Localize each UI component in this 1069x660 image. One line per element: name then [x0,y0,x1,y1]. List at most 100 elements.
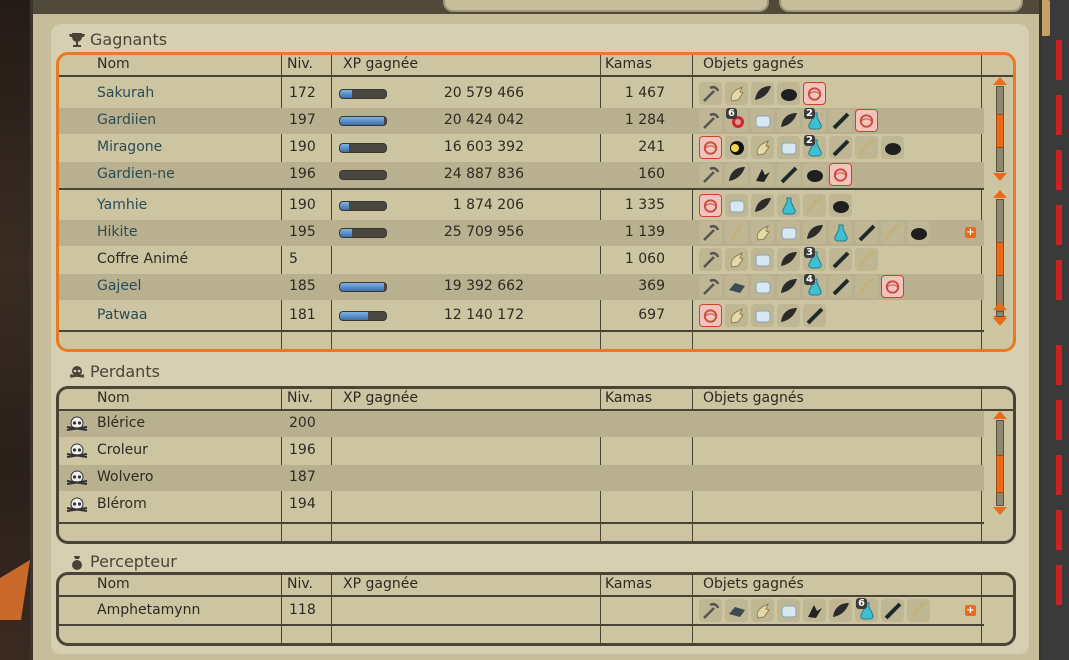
cloth-icon[interactable] [751,275,774,298]
scroll-down-icon[interactable] [993,173,1007,181]
cloth-icon[interactable] [751,109,774,132]
wing-icon[interactable] [725,163,748,186]
cloth-icon[interactable] [777,599,800,622]
potion-icon[interactable] [777,194,800,217]
wing-icon[interactable] [777,275,800,298]
potion-icon[interactable]: 3 [803,247,826,271]
player-name[interactable]: Gajeel [97,278,141,294]
table-row[interactable]: Coffre Animé 5 1 060 3 [59,247,984,273]
table-row[interactable]: Croleur 196 [59,438,984,464]
hand-icon[interactable] [751,136,774,159]
scrollbar[interactable] [993,302,1007,326]
stone-icon[interactable] [725,275,748,298]
player-name[interactable]: Blérom [97,496,147,512]
cloth-icon[interactable] [751,304,774,327]
shell-icon[interactable] [777,82,800,105]
table-row[interactable]: Amphetamynn 118 6 + [59,598,984,624]
hand-icon[interactable] [725,82,748,105]
shell-icon[interactable] [881,136,904,159]
top-tab-right[interactable] [779,0,1023,12]
horn-icon[interactable] [803,194,826,217]
wing-icon[interactable] [829,599,852,622]
player-name[interactable]: Hikite [97,224,138,240]
scroll-up-icon[interactable] [993,411,1007,419]
scroll-thumb[interactable] [996,455,1004,493]
horn-icon[interactable] [907,599,930,622]
hand-icon[interactable] [725,248,748,271]
feather-icon[interactable] [855,221,878,244]
player-name[interactable]: Gardiien [97,112,156,128]
hand-icon[interactable] [751,599,774,622]
orb-icon[interactable] [725,136,748,159]
shell-icon[interactable] [829,194,852,217]
feather-icon[interactable] [829,136,852,159]
cloth-icon[interactable] [751,248,774,271]
pickaxe-icon[interactable] [699,275,722,298]
scroll-down-icon[interactable] [993,318,1007,326]
pickaxe-icon[interactable] [699,82,722,105]
scroll-up-icon[interactable] [993,302,1007,310]
table-row[interactable]: Wolvero 187 [59,465,984,491]
top-tab-left[interactable] [443,0,769,12]
player-name[interactable]: Yamhie [97,197,147,213]
wing-icon[interactable] [777,248,800,271]
pickaxe-icon[interactable] [699,599,722,622]
feather-icon[interactable] [881,599,904,622]
wing-icon[interactable] [777,304,800,327]
scrollbar[interactable] [993,411,1007,515]
table-row[interactable]: Gajeel 185 19 392 662 369 4 [59,274,984,300]
table-row[interactable]: Hikite 195 25 709 956 1 139 + [59,220,984,246]
table-row[interactable]: Blérice 200 [59,411,984,437]
cloth-icon[interactable] [777,136,800,159]
player-name[interactable]: Wolvero [97,469,153,485]
scroll-icon[interactable] [699,194,722,217]
feather-icon[interactable] [829,275,852,298]
player-name[interactable]: Miragone [97,139,162,155]
feather-icon[interactable] [829,248,852,271]
scroll-icon[interactable] [699,304,722,327]
pickaxe-icon[interactable] [699,163,722,186]
wing-icon[interactable] [777,109,800,132]
wing-icon[interactable] [751,82,774,105]
player-name[interactable]: Gardien-ne [97,166,175,182]
cloth-icon[interactable] [725,194,748,217]
cloth-icon[interactable] [777,221,800,244]
table-row[interactable]: Blérom 194 [59,492,984,518]
scroll-icon[interactable] [803,82,826,105]
claw-icon[interactable] [803,599,826,622]
scroll-icon[interactable] [699,136,722,159]
table-row[interactable]: Gardien-ne 196 24 887 836 160 [59,162,984,188]
potion-icon[interactable]: 4 [803,274,826,298]
pickaxe-icon[interactable] [699,221,722,244]
horn-icon[interactable] [855,248,878,271]
potion-icon[interactable]: 2 [803,108,826,132]
pickaxe-icon[interactable] [699,248,722,271]
shell-icon[interactable] [907,221,930,244]
player-name[interactable]: Coffre Animé [97,251,188,267]
table-row[interactable]: Patwaa 181 12 140 172 697 [59,303,984,329]
more-items-button[interactable]: + [965,227,976,238]
player-name[interactable]: Blérice [97,415,145,431]
scroll-icon[interactable] [855,109,878,132]
feather-icon[interactable] [829,109,852,132]
feather-icon[interactable] [777,163,800,186]
scrollbar[interactable] [993,77,1007,181]
table-row[interactable]: Yamhie 190 1 874 206 1 335 [59,193,984,219]
claw-icon[interactable] [751,163,774,186]
scroll-up-icon[interactable] [993,77,1007,85]
table-row[interactable]: Gardiien 197 20 424 042 1 284 6 2 [59,108,984,134]
table-row[interactable]: Sakurah 172 20 579 466 1 467 [59,81,984,107]
hand-icon[interactable] [725,304,748,327]
more-items-button[interactable]: + [965,605,976,616]
stone-icon[interactable] [725,599,748,622]
scroll-icon[interactable] [881,275,904,298]
stick-icon[interactable] [725,221,748,244]
player-name[interactable]: Sakurah [97,85,154,101]
horn-icon[interactable] [855,275,878,298]
table-row[interactable]: Miragone 190 16 603 392 241 2 [59,135,984,161]
wing-icon[interactable] [803,221,826,244]
feather-icon[interactable] [803,304,826,327]
scroll-thumb[interactable] [996,242,1004,276]
player-name[interactable]: Croleur [97,442,148,458]
player-name[interactable]: Patwaa [97,307,148,323]
